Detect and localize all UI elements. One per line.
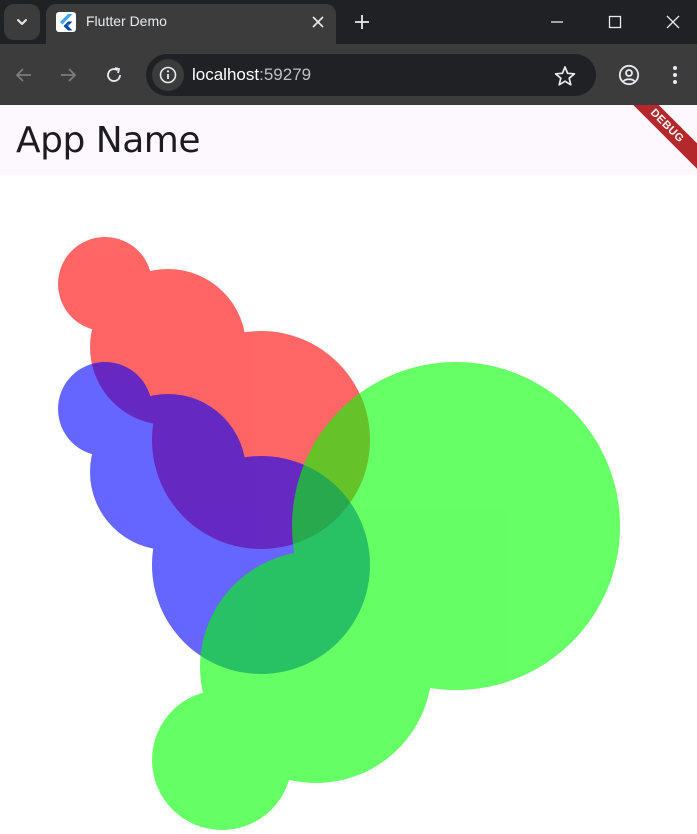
plus-icon xyxy=(355,15,369,29)
minimize-button[interactable] xyxy=(537,4,577,40)
arrow-right-icon xyxy=(61,68,77,82)
new-tab-button[interactable] xyxy=(348,8,376,36)
browser-tab[interactable]: Flutter Demo xyxy=(46,4,336,44)
arrow-left-icon xyxy=(15,68,31,82)
browser-toolbar: localhost:59279 xyxy=(0,44,697,105)
flutter-app: App Name DEBUG xyxy=(0,105,697,834)
tab-close-button[interactable] xyxy=(306,10,330,34)
forward-button[interactable] xyxy=(53,60,83,90)
close-window-button[interactable] xyxy=(653,4,693,40)
page-title: App Name xyxy=(16,120,200,161)
tab-search-button[interactable] xyxy=(4,4,40,40)
kebab-menu-icon xyxy=(673,66,677,84)
close-icon xyxy=(666,15,680,29)
profile-button[interactable] xyxy=(614,60,644,90)
reload-button[interactable] xyxy=(99,60,129,90)
bookmark-button[interactable] xyxy=(552,63,578,89)
app-bar: App Name xyxy=(0,105,697,175)
browser-menu-button[interactable] xyxy=(660,60,690,90)
site-info-button[interactable] xyxy=(152,59,184,91)
circles-canvas xyxy=(58,237,620,830)
address-bar[interactable]: localhost:59279 xyxy=(146,54,596,96)
maximize-icon xyxy=(608,15,622,29)
close-icon xyxy=(312,16,324,28)
flutter-logo-icon xyxy=(56,12,76,32)
url-port: :59279 xyxy=(259,65,312,84)
maximize-button[interactable] xyxy=(595,4,635,40)
green-circle xyxy=(292,362,620,690)
tab-title: Flutter Demo xyxy=(86,13,167,29)
star-icon xyxy=(554,66,576,86)
browser-tabstrip: Flutter Demo xyxy=(0,0,697,44)
url-host: localhost xyxy=(192,65,260,84)
profile-icon xyxy=(618,64,640,86)
minimize-icon xyxy=(551,21,563,23)
chevron-down-icon xyxy=(17,19,27,25)
url-text[interactable]: localhost:59279 xyxy=(192,65,311,85)
back-button[interactable] xyxy=(9,60,39,90)
info-icon xyxy=(159,66,177,84)
reload-icon xyxy=(107,67,121,82)
